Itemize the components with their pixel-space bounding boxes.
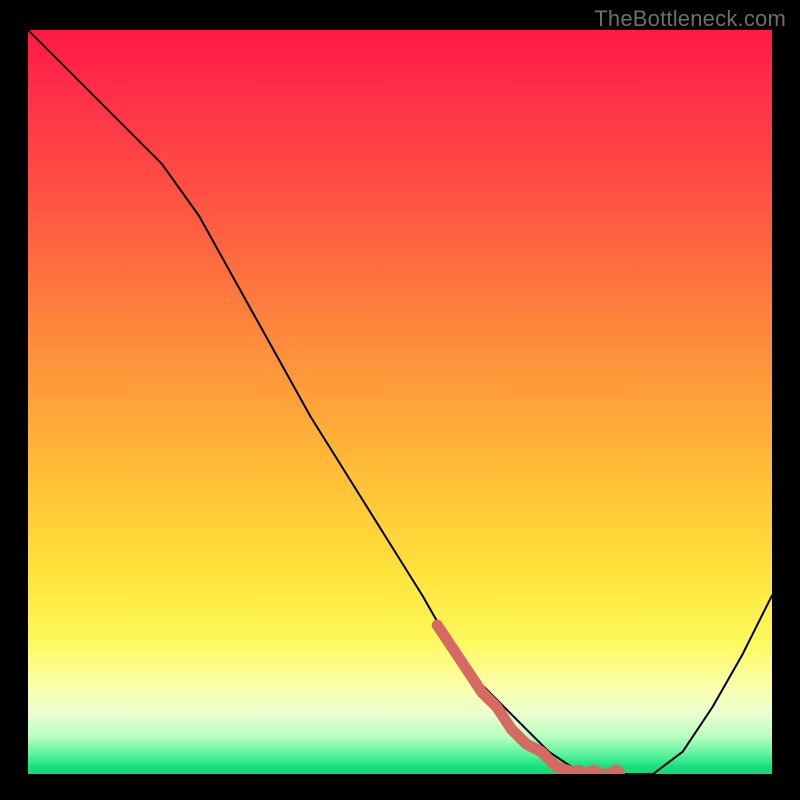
curve-line [28,30,772,774]
dot-c [607,765,625,774]
dot-b [584,765,602,774]
highlight-segment [437,625,616,774]
chart-container: TheBottleneck.com [0,0,800,800]
highlight-dots [569,765,625,774]
plot-area [28,30,772,774]
attribution-text: TheBottleneck.com [594,6,786,32]
chart-overlay [28,30,772,774]
